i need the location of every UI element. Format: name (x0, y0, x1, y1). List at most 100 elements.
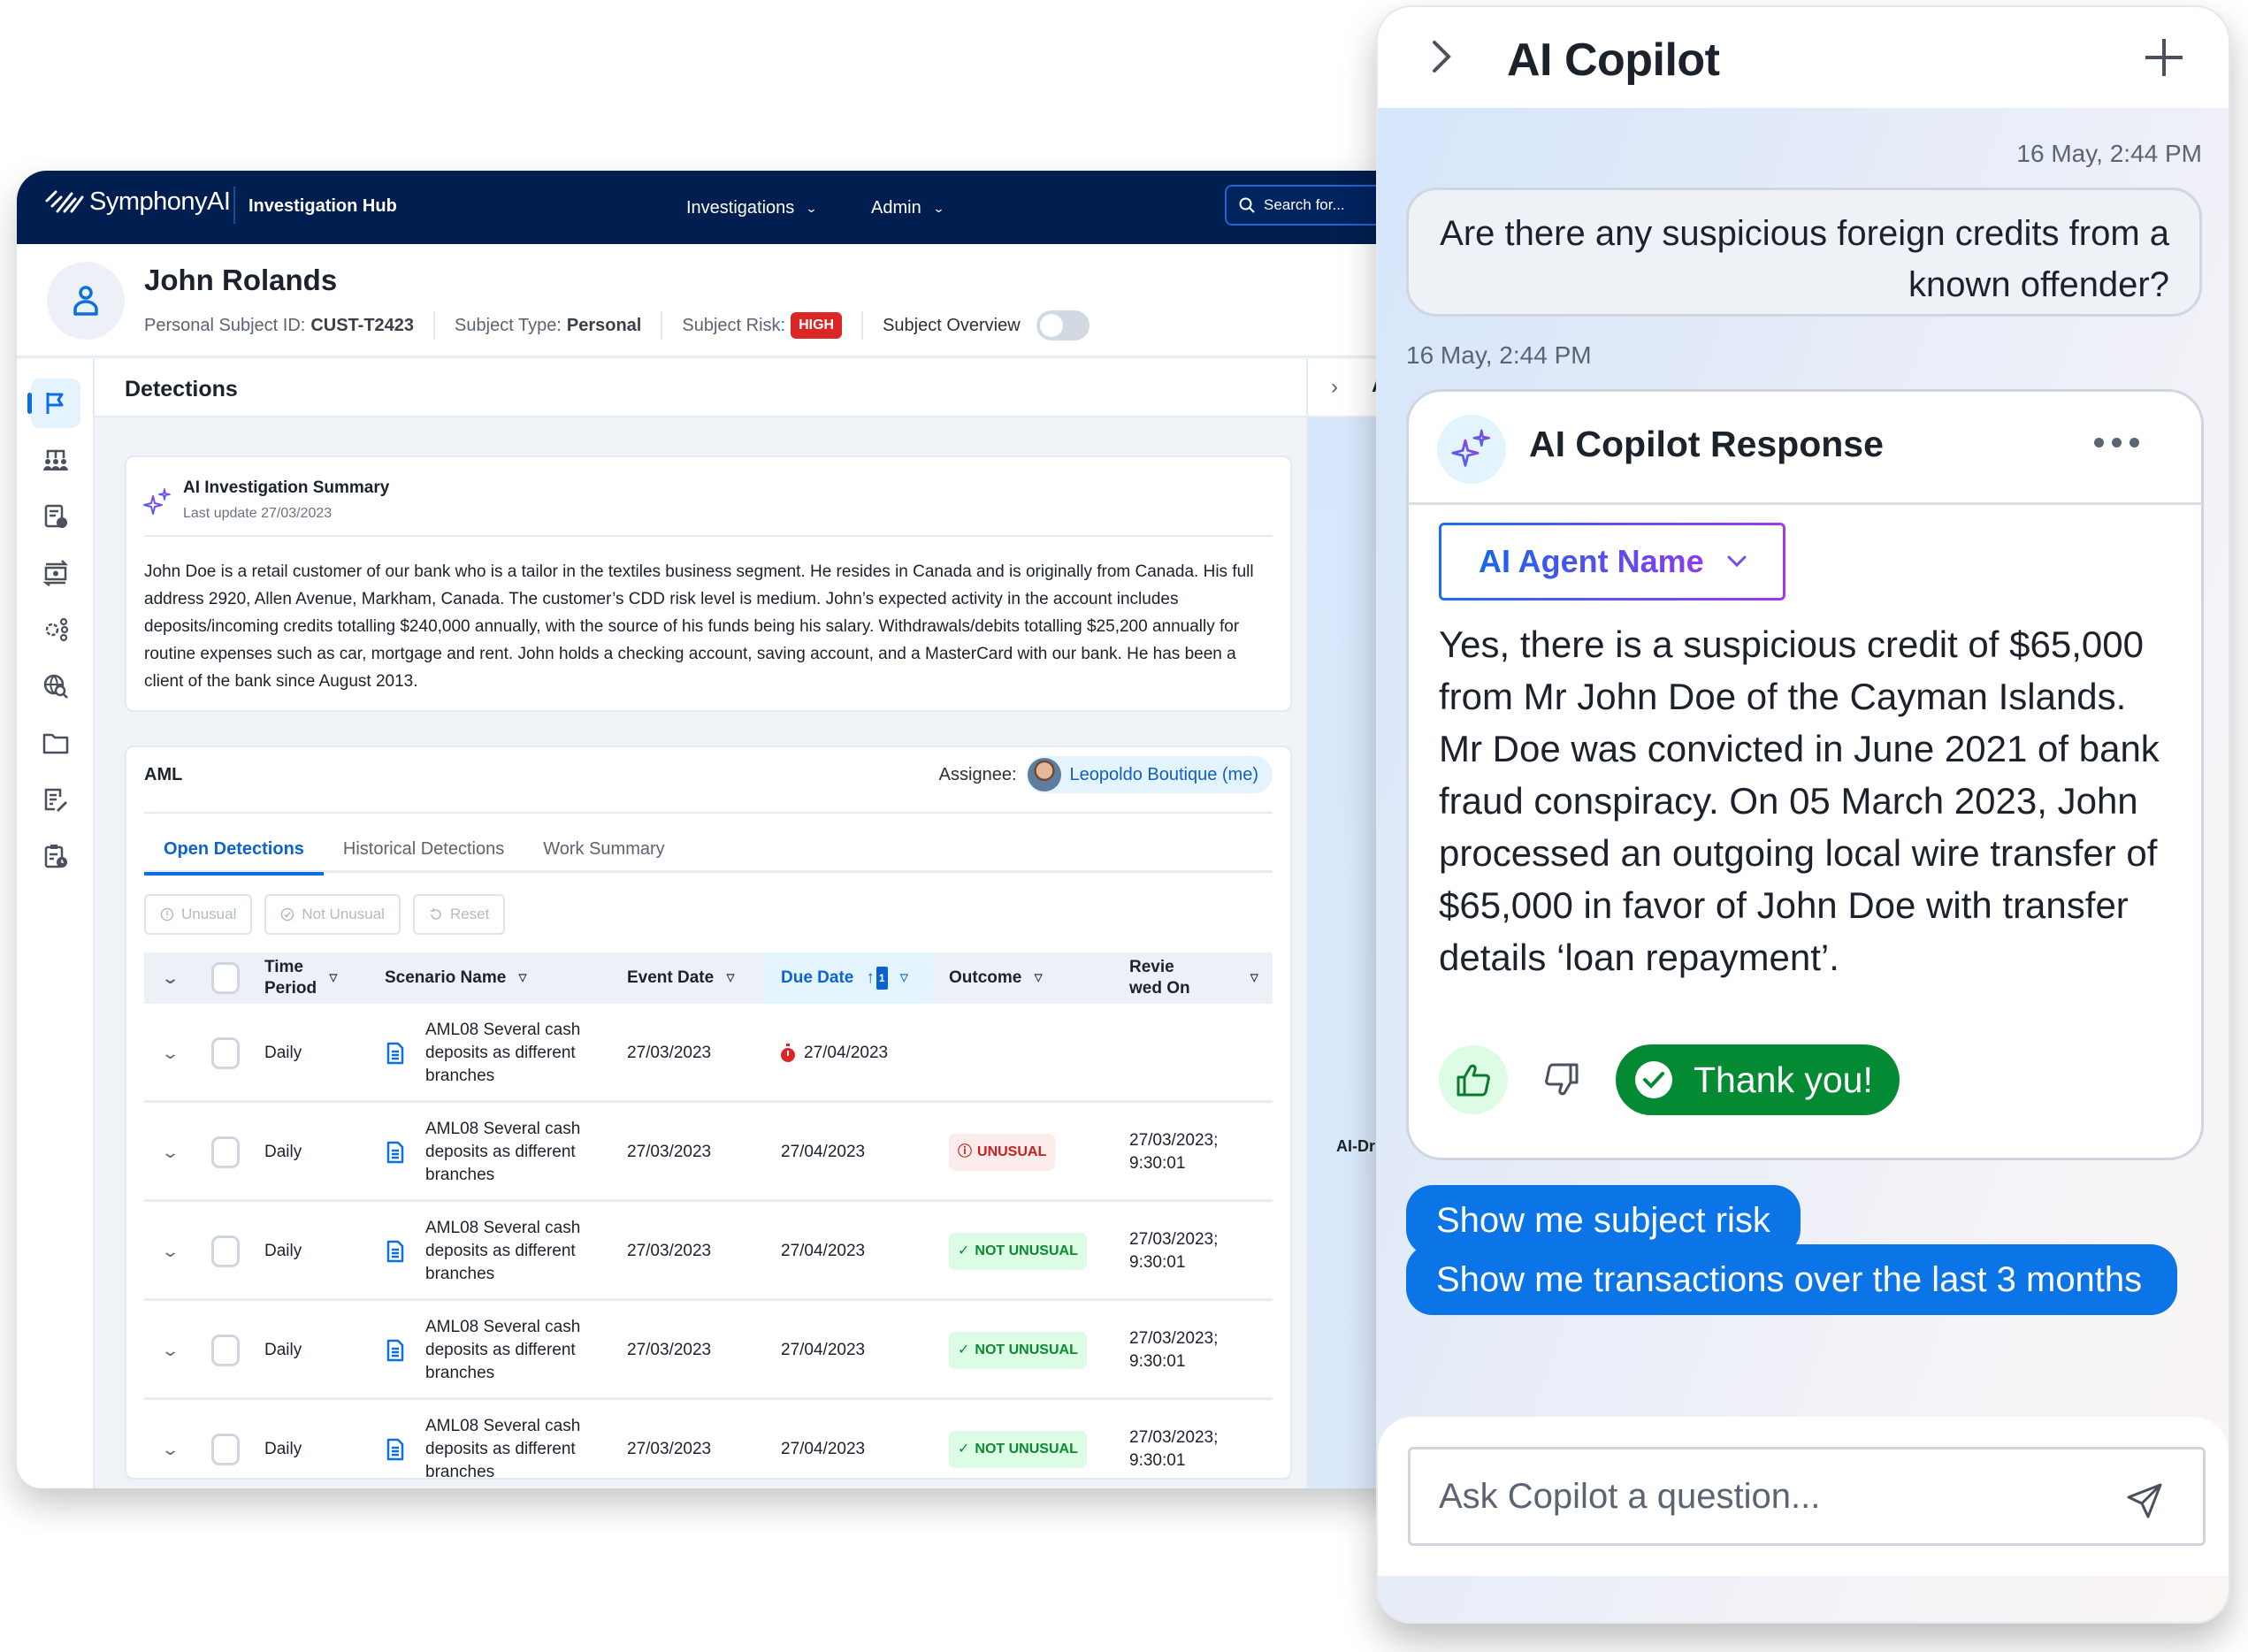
table-row[interactable]: ⌄ Daily AML08 Several cash deposits as d… (144, 1400, 1273, 1488)
more-options-icon[interactable] (2094, 438, 2139, 447)
table-row[interactable]: ⌄ Daily AML08 Several cash deposits as d… (144, 1103, 1273, 1202)
mark-not-unusual-button[interactable]: Not Unusual (264, 894, 401, 935)
nav-investigations[interactable]: Investigations ⌄ (686, 198, 818, 218)
sidebar-item-transactions[interactable] (31, 548, 80, 598)
sidebar-item-documents[interactable] (31, 718, 80, 768)
feedback-thanks-label: Thank you! (1694, 1059, 1873, 1100)
copilot-question-input[interactable]: Ask Copilot a question... (1408, 1447, 2206, 1546)
nav-admin[interactable]: Admin ⌄ (871, 198, 944, 218)
chevron-down-icon: ⌄ (160, 969, 180, 987)
tab-historical-detections[interactable]: Historical Detections (324, 827, 524, 873)
collapse-chevron-icon[interactable] (1431, 37, 1452, 76)
reset-button[interactable]: Reset (412, 894, 506, 935)
scenario-name-cell[interactable]: AML08 Several cash deposits as different… (425, 1400, 602, 1488)
suggestion-transactions[interactable]: Show me transactions over the last 3 mon… (1406, 1244, 2177, 1315)
row-checkbox[interactable] (211, 1136, 240, 1168)
search-icon (1239, 197, 1255, 213)
filter-icon[interactable]: ▿ (1250, 967, 1258, 989)
ai-copilot-panel: AI Copilot 16 May, 2:44 PM Are there any… (1376, 5, 2230, 1624)
tab-open-detections[interactable]: Open Detections (144, 827, 324, 876)
thumbs-up-button[interactable] (1439, 1045, 1508, 1114)
detection-tabs: Open Detections Historical Detections Wo… (144, 827, 1273, 876)
chevron-down-icon (1727, 555, 1747, 568)
subject-meta: Personal Subject ID: CUST-T2423 Subject … (144, 310, 1128, 340)
table-row[interactable]: ⌄ Daily AML08 Several cash deposits as d… (144, 1202, 1273, 1301)
reset-label: Reset (449, 906, 490, 922)
filter-icon[interactable]: ▿ (726, 967, 735, 989)
sort-ascending-icon[interactable]: ↑ 1 (866, 967, 888, 990)
ai-agent-select[interactable]: AI Agent Name (1439, 523, 1785, 600)
nav-investigations-label: Investigations (686, 198, 795, 218)
expand-row-toggle[interactable]: ⌄ (161, 1400, 180, 1488)
scenario-doc-icon (386, 1202, 404, 1301)
detections-header: Detections (95, 359, 1324, 417)
global-search-input[interactable]: Search for... (1225, 185, 1396, 226)
column-reviewed-on[interactable]: Revie wed On ▿ (1129, 952, 1258, 1004)
thumbs-up-icon (1457, 1064, 1490, 1097)
brand-logo[interactable]: SymphonyAI (45, 187, 231, 217)
row-checkbox[interactable] (211, 1037, 240, 1069)
new-chat-plus-icon[interactable] (2144, 37, 2184, 78)
column-due-date[interactable]: Due Date ↑ 1 ▿ (763, 952, 933, 1004)
scenario-name-cell[interactable]: AML08 Several cash deposits as different… (425, 1202, 602, 1301)
column-outcome[interactable]: Outcome ▿ (949, 952, 1043, 1004)
expand-row-toggle[interactable]: ⌄ (161, 1103, 180, 1202)
due-date-cell: 27/04/2023 (781, 1341, 866, 1359)
check-circle-icon (281, 907, 294, 922)
ai-investigation-summary-card: AI Investigation Summary Last update 27/… (125, 455, 1292, 712)
select-all-checkbox[interactable] (211, 962, 240, 994)
filter-icon[interactable]: ▿ (329, 967, 338, 989)
expand-all-toggle[interactable]: ⌄ (160, 952, 180, 1004)
sidebar-item-profile[interactable] (31, 492, 80, 541)
assignee-chip[interactable]: Leopoldo Boutique (me) (1025, 756, 1273, 793)
expand-row-toggle[interactable]: ⌄ (161, 1202, 180, 1301)
expand-row-toggle[interactable]: ⌄ (161, 1301, 180, 1400)
table-row[interactable]: ⌄ Daily AML08 Several cash deposits as d… (144, 1301, 1273, 1400)
subject-type-label: Subject Type: (455, 315, 562, 335)
expand-row-toggle[interactable]: ⌄ (160, 1004, 180, 1103)
column-event-date[interactable]: Event Date ▿ (627, 952, 735, 1004)
subject-risk-label: Subject Risk: (682, 315, 786, 335)
send-icon[interactable] (2125, 1481, 2164, 1520)
chevron-right-icon[interactable]: › (1331, 375, 1338, 400)
sidebar-item-relationships[interactable] (31, 435, 80, 485)
column-time-period[interactable]: Time Period ▿ (264, 952, 338, 1004)
scenario-name-cell[interactable]: AML08 Several cash deposits as different… (425, 1103, 602, 1202)
subject-id-label: Personal Subject ID: (144, 315, 306, 335)
subject-name: John Rolands (144, 264, 338, 296)
row-checkbox[interactable] (211, 1335, 240, 1366)
filter-icon[interactable]: ▿ (1034, 967, 1043, 989)
tab-work-summary[interactable]: Work Summary (524, 827, 684, 873)
response-avatar (1437, 415, 1506, 484)
column-scenario-name[interactable]: Scenario Name ▿ (385, 952, 527, 1004)
scenario-name-cell[interactable]: AML08 Several cash deposits as different… (425, 1004, 602, 1103)
row-checkbox[interactable] (211, 1235, 240, 1267)
brand-divider (233, 187, 235, 224)
sidebar-item-audit[interactable] (31, 831, 80, 881)
sidebar (17, 359, 95, 1488)
sidebar-item-network[interactable] (31, 605, 80, 654)
column-time-period-label: Time Period (264, 958, 317, 998)
subject-overview-toggle[interactable] (1036, 310, 1090, 340)
thumbs-down-button[interactable] (1527, 1045, 1596, 1114)
user-message-timestamp: 16 May, 2:44 PM (2016, 140, 2202, 167)
filter-icon[interactable]: ▿ (518, 967, 527, 989)
copilot-title: AI Copilot (1507, 34, 1720, 86)
filter-icon[interactable]: ▿ (900, 967, 909, 989)
sidebar-item-notes[interactable] (31, 775, 80, 824)
scenario-name-cell[interactable]: AML08 Several cash deposits as different… (425, 1301, 602, 1400)
mark-unusual-button[interactable]: Unusual (144, 894, 253, 935)
investigation-hub-window: SymphonyAI Investigation Hub Investigati… (17, 171, 1396, 1488)
table-row[interactable]: ⌄ Daily AML08 Several cash deposits as d… (144, 1004, 1273, 1103)
sidebar-item-web-search[interactable] (31, 662, 80, 711)
column-scenario-label: Scenario Name (385, 968, 507, 987)
sidebar-item-detections[interactable] (27, 379, 80, 428)
subject-type: Subject Type: Personal (455, 311, 663, 340)
row-checkbox[interactable] (211, 1434, 240, 1465)
response-feedback: Thank you! (1439, 1044, 1900, 1115)
chevron-down-icon: ⌄ (160, 1044, 180, 1062)
search-placeholder: Search for... (1264, 196, 1345, 213)
org-people-icon (43, 449, 68, 470)
due-date-cell: 27/04/2023 (781, 1004, 888, 1103)
due-date-cell: 27/04/2023 (781, 1143, 866, 1161)
